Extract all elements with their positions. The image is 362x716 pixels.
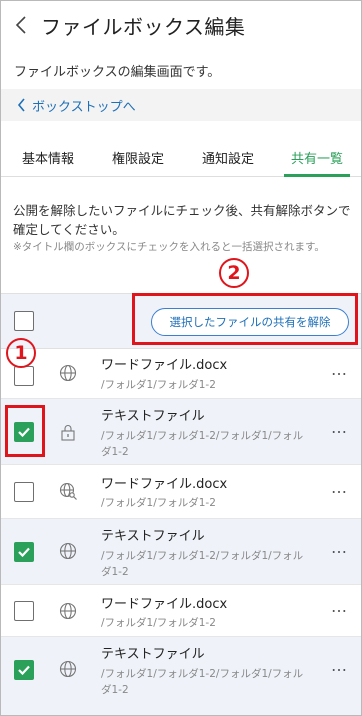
page-title: ファイルボックス編集 [41, 14, 246, 39]
app-frame: ファイルボックス編集 ファイルボックスの編集画面です。 ボックストップへ 基本情… [0, 0, 362, 716]
file-name[interactable]: テキストファイル [101, 525, 205, 544]
tab-notifications[interactable]: 通知設定 [193, 141, 263, 177]
tab-permissions[interactable]: 権限設定 [103, 141, 173, 177]
page-description: ファイルボックスの編集画面です。 [14, 65, 221, 80]
instruction-text: 公開を解除したいファイルにチェック後、共有解除ボタンで確定してください。 [13, 203, 351, 237]
annotation-highlight-unshare-button [132, 293, 358, 345]
file-checkbox[interactable] [14, 660, 34, 680]
back-to-top-link[interactable]: ボックストップへ [1, 89, 361, 121]
file-path: /フォルダ1/フォルダ1-2 [101, 497, 216, 509]
back-button[interactable] [1, 1, 41, 49]
more-menu-button[interactable]: … [331, 478, 348, 497]
file-name[interactable]: ワードファイル.docx [101, 593, 227, 612]
file-row: テキストファイル /フォルダ1/フォルダ1-2/フォルダ1/フォルダ1-2 … [1, 519, 361, 585]
file-path: /フォルダ1/フォルダ1-2/フォルダ1/フォルダ1-2 [101, 550, 304, 578]
instruction-note: ※タイトル欄のボックスにチェックを入れると一括選択されます。 [13, 241, 325, 253]
file-row: テキストファイル /フォルダ1/フォルダ1-2/フォルダ1/フォルダ1-2 … [1, 637, 361, 715]
globe-icon [59, 542, 77, 560]
annotation-highlight-checkbox [5, 405, 45, 457]
file-name[interactable]: テキストファイル [101, 643, 205, 662]
select-all-checkbox[interactable] [14, 311, 34, 331]
file-path: /フォルダ1/フォルダ1-2 [101, 617, 216, 629]
globe-icon [59, 660, 77, 678]
file-path: /フォルダ1/フォルダ1-2/フォルダ1/フォルダ1-2 [101, 430, 304, 458]
checkmark-icon [18, 547, 30, 558]
file-name[interactable]: ワードファイル.docx [101, 354, 227, 373]
more-menu-button[interactable]: … [331, 656, 348, 675]
file-row: ワードファイル.docx /フォルダ1/フォルダ1-2 … [1, 465, 361, 519]
tab-bar: 基本情報 権限設定 通知設定 共有一覧 [1, 141, 361, 177]
header: ファイルボックス編集 [1, 1, 361, 49]
tab-share-list[interactable]: 共有一覧 [284, 141, 350, 177]
file-checkbox[interactable] [14, 601, 34, 621]
more-menu-button[interactable]: … [331, 538, 348, 557]
chevron-left-icon [15, 16, 26, 34]
checkmark-icon [18, 665, 30, 676]
tab-basic-info[interactable]: 基本情報 [13, 141, 83, 177]
globe-icon [59, 602, 77, 620]
file-row: ワードファイル.docx /フォルダ1/フォルダ1-2 … [1, 349, 361, 399]
more-menu-button[interactable]: … [331, 597, 348, 616]
file-path: /フォルダ1/フォルダ1-2 [101, 379, 216, 391]
lock-icon [61, 425, 75, 441]
back-to-top-label: ボックストップへ [32, 99, 136, 115]
more-menu-button[interactable]: … [331, 418, 348, 437]
annotation-step-1: 1 [6, 338, 36, 368]
globe-icon [59, 364, 77, 382]
annotation-step-2: 2 [219, 258, 249, 288]
globe-key-icon [59, 482, 77, 500]
file-row: ワードファイル.docx /フォルダ1/フォルダ1-2 … [1, 585, 361, 637]
file-name[interactable]: テキストファイル [101, 405, 205, 424]
file-name[interactable]: ワードファイル.docx [101, 473, 227, 492]
file-checkbox[interactable] [14, 482, 34, 502]
file-row: テキストファイル /フォルダ1/フォルダ1-2/フォルダ1/フォルダ1-2 … [1, 399, 361, 465]
chevron-left-icon [17, 98, 25, 112]
file-path: /フォルダ1/フォルダ1-2/フォルダ1/フォルダ1-2 [101, 668, 304, 696]
more-menu-button[interactable]: … [331, 360, 348, 379]
file-checkbox[interactable] [14, 542, 34, 562]
file-checkbox[interactable] [14, 366, 34, 386]
